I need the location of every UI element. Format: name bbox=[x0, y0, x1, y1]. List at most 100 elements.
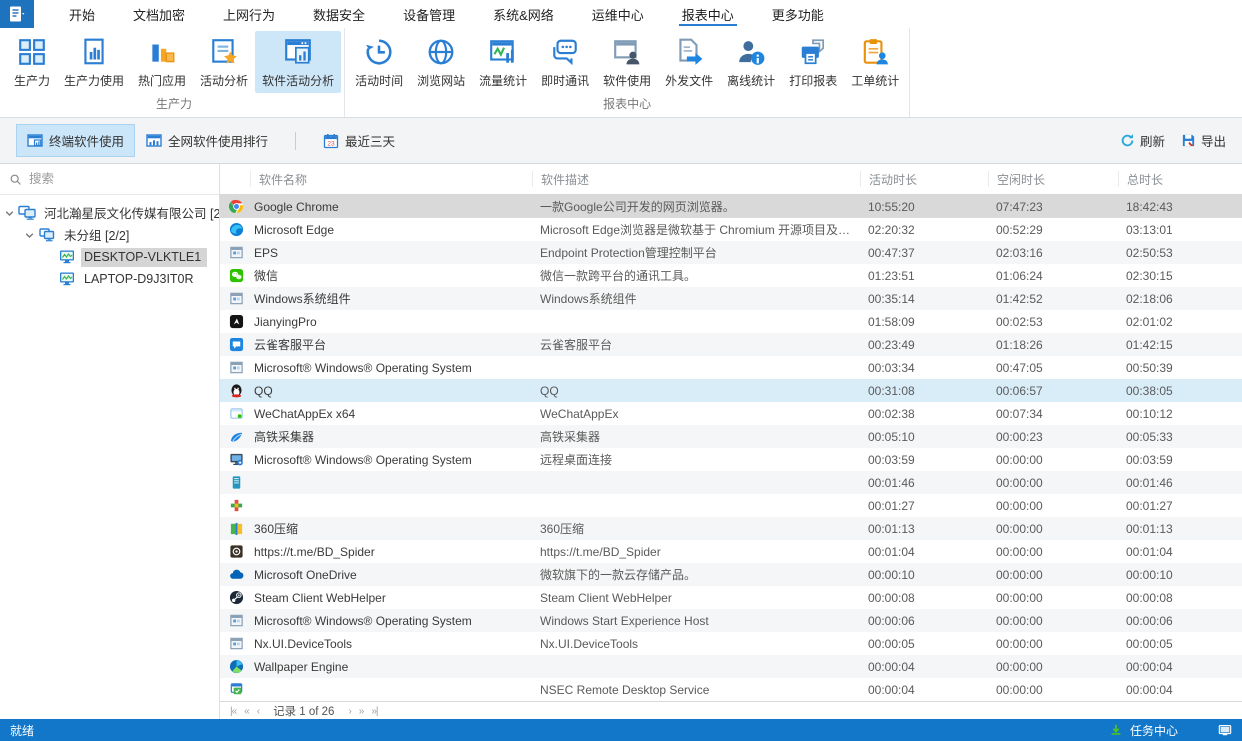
table-row[interactable]: QQQQ00:31:0800:06:5700:38:05 bbox=[220, 379, 1242, 402]
menu-item-3[interactable]: 数据安全 bbox=[294, 0, 384, 28]
menu-bar: 开始文档加密上网行为数据安全设备管理系统&网络运维中心报表中心更多功能 bbox=[0, 0, 1242, 28]
ribbon-button-1-4[interactable]: 软件使用 bbox=[596, 31, 658, 93]
cell-desc: 一款Google公司开发的网页浏览器。 bbox=[532, 198, 860, 215]
table-row[interactable]: WeChatAppEx x64WeChatAppEx00:02:3800:07:… bbox=[220, 402, 1242, 425]
ribbon-group-label: 生产力 bbox=[7, 94, 341, 117]
table-row[interactable]: Microsoft OneDrive微软旗下的一款云存储产品。00:00:100… bbox=[220, 563, 1242, 586]
column-header-2[interactable]: 活动时长 bbox=[860, 171, 988, 187]
taskbar-monitor-icon[interactable] bbox=[1218, 723, 1232, 737]
menu-item-4[interactable]: 设备管理 bbox=[384, 0, 474, 28]
app-icon-cell bbox=[220, 452, 250, 467]
cell-idle: 01:42:52 bbox=[988, 292, 1118, 306]
table-row[interactable]: 云雀客服平台云雀客服平台00:23:4901:18:2601:42:15 bbox=[220, 333, 1242, 356]
cell-active: 02:20:32 bbox=[860, 223, 988, 237]
ribbon-button-label: 浏览网站 bbox=[417, 72, 465, 89]
refresh-button[interactable]: 刷新 bbox=[1120, 131, 1165, 150]
ribbon-button-0-2[interactable]: 热门应用 bbox=[131, 31, 193, 93]
tree-node-0[interactable]: 河北瀚星辰文化传媒有限公司 [2/2] bbox=[0, 202, 219, 224]
app-icon-cell bbox=[220, 268, 250, 283]
table-row[interactable]: NSEC Remote Desktop Service00:00:0400:00… bbox=[220, 678, 1242, 701]
menu-item-7[interactable]: 报表中心 bbox=[663, 0, 753, 28]
app-icon-cell bbox=[220, 291, 250, 306]
ribbon-button-0-4[interactable]: 软件活动分析 bbox=[255, 31, 341, 93]
tree-node-2[interactable]: DESKTOP-VLKTLE1 bbox=[0, 246, 219, 268]
application-window: 开始文档加密上网行为数据安全设备管理系统&网络运维中心报表中心更多功能 生产力生… bbox=[0, 0, 1242, 741]
app-menu-icon bbox=[7, 4, 27, 24]
cell-total: 00:01:13 bbox=[1118, 522, 1242, 536]
cell-total: 02:01:02 bbox=[1118, 315, 1242, 329]
table-row[interactable]: Windows系统组件Windows系统组件00:35:1401:42:5202… bbox=[220, 287, 1242, 310]
menu-item-1[interactable]: 文档加密 bbox=[114, 0, 204, 28]
app-icon-cell bbox=[220, 567, 250, 582]
ribbon-button-1-3[interactable]: 即时通讯 bbox=[534, 31, 596, 93]
ribbon-button-1-6[interactable]: 离线统计 bbox=[720, 31, 782, 93]
menu-item-6[interactable]: 运维中心 bbox=[573, 0, 663, 28]
table-row[interactable]: JianyingPro01:58:0900:02:5302:01:02 bbox=[220, 310, 1242, 333]
table-row[interactable]: Wallpaper Engine00:00:0400:00:0000:00:04 bbox=[220, 655, 1242, 678]
cell-idle: 00:00:00 bbox=[988, 660, 1118, 674]
app-menu-button[interactable] bbox=[0, 0, 34, 28]
menu-item-8[interactable]: 更多功能 bbox=[753, 0, 843, 28]
table-row[interactable]: Microsoft® Windows® Operating SystemWind… bbox=[220, 609, 1242, 632]
ribbon-button-1-8[interactable]: 工单统计 bbox=[844, 31, 906, 93]
table-row[interactable]: 00:01:2700:00:0000:01:27 bbox=[220, 494, 1242, 517]
export-button[interactable]: 导出 bbox=[1181, 131, 1226, 150]
tab-2[interactable]: 23最近三天 bbox=[312, 124, 406, 157]
pager-prev-0[interactable]: |« bbox=[226, 706, 240, 717]
tab-1[interactable]: 全网软件使用排行 bbox=[135, 124, 279, 157]
table-row[interactable]: Google Chrome一款Google公司开发的网页浏览器。10:55:20… bbox=[220, 195, 1242, 218]
table-row[interactable]: EPSEndpoint Protection管理控制平台00:47:3702:0… bbox=[220, 241, 1242, 264]
ribbon-button-label: 活动分析 bbox=[200, 72, 248, 89]
ribbon-button-1-2[interactable]: 流量统计 bbox=[472, 31, 534, 93]
menu-item-5[interactable]: 系统&网络 bbox=[474, 0, 573, 28]
ribbon-button-1-0[interactable]: 活动时间 bbox=[348, 31, 410, 93]
table-row[interactable]: https://t.me/BD_Spiderhttps://t.me/BD_Sp… bbox=[220, 540, 1242, 563]
ribbon-button-label: 生产力 bbox=[14, 72, 50, 89]
table-row[interactable]: 微信微信一款跨平台的通讯工具。01:23:5101:06:2402:30:15 bbox=[220, 264, 1242, 287]
ribbon-button-1-5[interactable]: 外发文件 bbox=[658, 31, 720, 93]
menu-item-0[interactable]: 开始 bbox=[50, 0, 114, 28]
zip360-icon bbox=[229, 521, 244, 536]
cell-active: 00:23:49 bbox=[860, 338, 988, 352]
table-row[interactable]: Microsoft® Windows® Operating System远程桌面… bbox=[220, 448, 1242, 471]
table-row[interactable]: Microsoft EdgeMicrosoft Edge浏览器是微软基于 Chr… bbox=[220, 218, 1242, 241]
cell-idle: 00:00:00 bbox=[988, 453, 1118, 467]
cell-desc: Endpoint Protection管理控制平台 bbox=[532, 244, 860, 261]
column-header-4[interactable]: 总时长 bbox=[1118, 171, 1242, 187]
ribbon-button-0-3[interactable]: 活动分析 bbox=[193, 31, 255, 93]
column-header-1[interactable]: 软件描述 bbox=[532, 171, 860, 187]
table-row[interactable]: Steam Client WebHelperSteam Client WebHe… bbox=[220, 586, 1242, 609]
table-row[interactable]: Nx.UI.DeviceToolsNx.UI.DeviceTools00:00:… bbox=[220, 632, 1242, 655]
ribbon-button-1-7[interactable]: 打印报表 bbox=[782, 31, 844, 93]
column-header-0[interactable]: 软件名称 bbox=[250, 171, 532, 187]
cell-name: QQ bbox=[250, 384, 532, 398]
table-row[interactable]: 00:01:4600:00:0000:01:46 bbox=[220, 471, 1242, 494]
table-row[interactable]: Microsoft® Windows® Operating System00:0… bbox=[220, 356, 1242, 379]
pager-next-0[interactable]: › bbox=[344, 706, 354, 717]
globe-icon bbox=[426, 37, 456, 67]
cell-name: WeChatAppEx x64 bbox=[250, 407, 532, 421]
ribbon-button-0-0[interactable]: 生产力 bbox=[7, 31, 57, 93]
cell-desc: Steam Client WebHelper bbox=[532, 591, 860, 605]
cell-active: 00:05:10 bbox=[860, 430, 988, 444]
tab-0[interactable]: 终端软件使用 bbox=[16, 124, 135, 157]
pager-next-2[interactable]: »| bbox=[367, 706, 381, 717]
pager-prev-1[interactable]: « bbox=[240, 706, 253, 717]
tree-node-3[interactable]: LAPTOP-D9J3IT0R bbox=[0, 268, 219, 290]
column-header-3[interactable]: 空闲时长 bbox=[988, 171, 1118, 187]
ribbon-button-1-1[interactable]: 浏览网站 bbox=[410, 31, 472, 93]
table-row[interactable]: 360压缩360压缩00:01:1300:00:0000:01:13 bbox=[220, 517, 1242, 540]
table-row[interactable]: 高铁采集器高铁采集器00:05:1000:00:2300:05:33 bbox=[220, 425, 1242, 448]
menu-item-2[interactable]: 上网行为 bbox=[204, 0, 294, 28]
task-center-button[interactable]: 任务中心 bbox=[1130, 722, 1178, 739]
cell-total: 18:42:43 bbox=[1118, 200, 1242, 214]
pager-next-1[interactable]: » bbox=[355, 706, 368, 717]
app-icon-cell bbox=[220, 429, 250, 444]
ribbon-button-0-1[interactable]: 生产力使用 bbox=[57, 31, 131, 93]
cell-desc: 360压缩 bbox=[532, 520, 860, 537]
tree-node-1[interactable]: 未分组 [2/2] bbox=[0, 224, 219, 246]
cell-name: Microsoft Edge bbox=[250, 223, 532, 237]
search-input[interactable] bbox=[29, 172, 210, 186]
pager-prev-2[interactable]: ‹ bbox=[253, 706, 263, 717]
cell-total: 02:50:53 bbox=[1118, 246, 1242, 260]
